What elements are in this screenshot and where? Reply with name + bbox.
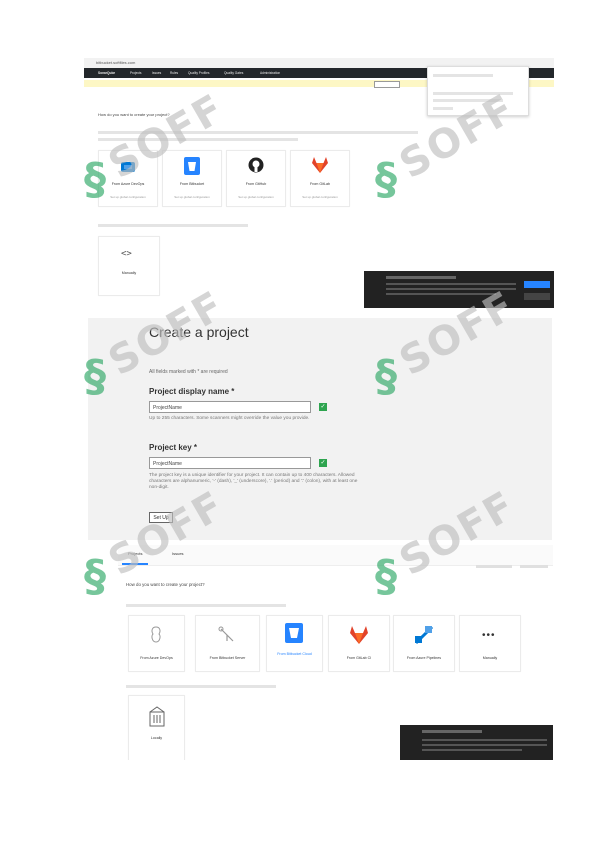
source-card-azure-pipelines[interactable]: From Azure Pipelines (393, 615, 455, 672)
watermark: § SOFF (84, 282, 233, 402)
watermark: § SOFF (375, 482, 524, 602)
nav-administration[interactable]: Administration (260, 71, 280, 75)
dropdown-item-line (433, 107, 453, 110)
card-label: Locally (150, 736, 163, 740)
notice-title-line (422, 730, 482, 733)
notice-button[interactable] (524, 281, 550, 288)
bitbucket-cloud-icon (285, 623, 303, 643)
notice-text-line (422, 739, 547, 741)
project-key-input[interactable]: ProjectName (149, 457, 311, 469)
notification-panel (400, 725, 553, 760)
card-label: From GitLab (310, 182, 330, 186)
nav-logo[interactable]: SonarQube (98, 71, 115, 75)
source-card-local[interactable]: Locally (128, 695, 185, 760)
watermark: § SOFF (375, 282, 524, 402)
notice-text-line (422, 749, 522, 751)
display-name-help: Up to 255 characters. Some scanners migh… (149, 416, 310, 421)
card-label: From Azure DevOps (140, 656, 173, 660)
source-card-bitbucket-cloud[interactable]: From Bitbucket Cloud (266, 615, 323, 672)
card-label: From Bitbucket Server (209, 656, 246, 660)
gitlab-icon (312, 157, 328, 173)
building-icon (149, 706, 165, 727)
github-icon (248, 157, 264, 173)
source-card-gitlab[interactable]: From GitLab CI (328, 615, 390, 672)
address-bar[interactable]: bitbucket.softfiles.com (96, 60, 135, 65)
card-label: From GitLab CI (346, 656, 372, 660)
card-label: From Azure Pipelines (406, 656, 442, 660)
source-card-manual[interactable]: ••• Manually (459, 615, 521, 672)
check-icon: ✓ (319, 403, 327, 411)
source-card-bitbucket-server[interactable]: From Bitbucket Server (195, 615, 260, 672)
bitbucket-server-icon (218, 626, 234, 642)
nav-issues[interactable]: Issues (152, 71, 161, 75)
card-label: Manually (482, 656, 498, 660)
notice-text-line (422, 744, 547, 746)
card-label: Manually (121, 271, 137, 275)
azure-devops-icon (151, 626, 161, 643)
source-card-azure-devops[interactable]: From Azure DevOps (128, 615, 185, 672)
option-card-manual[interactable]: <> Manually (98, 236, 160, 296)
project-key-help: The project key is a unique identifier f… (149, 473, 358, 490)
azure-pipelines-icon (414, 625, 434, 645)
more-icon: ••• (482, 630, 496, 641)
card-label: From Bitbucket Cloud (277, 652, 312, 656)
gitlab-icon (350, 626, 368, 644)
check-icon: ✓ (319, 459, 327, 467)
nav-quality-gates[interactable]: Quality Gates (224, 71, 243, 75)
notice-title-line (386, 276, 456, 279)
nav-quality-profiles[interactable]: Quality Profiles (188, 71, 209, 75)
manual-intro-line (98, 224, 248, 227)
option-card-gitlab[interactable]: From GitLab Set up global configuration (290, 150, 350, 207)
watermark: § SOFF (84, 482, 233, 602)
banner-button[interactable] (374, 80, 400, 88)
nav-rules[interactable]: Rules (170, 71, 178, 75)
notification-panel (364, 271, 554, 308)
project-key-label: Project key * (149, 443, 198, 452)
code-icon: <> (121, 249, 132, 259)
other-intro-line (126, 685, 276, 688)
card-sub: Set up global configuration (302, 195, 338, 199)
nav-projects[interactable]: Projects (130, 71, 142, 75)
notice-dismiss-button[interactable] (524, 293, 550, 300)
dropdown-item-line (433, 74, 493, 77)
watermark: § SOFF (84, 85, 233, 205)
watermark: § SOFF (375, 85, 524, 205)
